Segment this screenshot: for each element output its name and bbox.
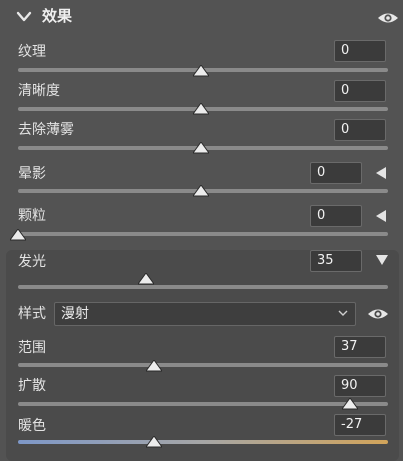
- range-slider-thumb[interactable]: [146, 360, 162, 372]
- clarity-value-input[interactable]: 0: [334, 80, 386, 102]
- style-label: 样式: [18, 306, 46, 322]
- range-value-input[interactable]: 37: [334, 336, 386, 358]
- diffusion-slider-track[interactable]: [18, 402, 388, 406]
- grain-value-input[interactable]: 0: [310, 205, 362, 227]
- clarity-slider-thumb[interactable]: [193, 103, 209, 115]
- glow-slider-track[interactable]: [18, 285, 388, 289]
- vignette-slider-thumb[interactable]: [193, 185, 209, 197]
- style-select[interactable]: 漫射: [54, 302, 356, 326]
- warmth-slider-track[interactable]: [18, 440, 388, 444]
- warmth-label: 暖色: [18, 418, 46, 434]
- glow-label: 发光: [18, 254, 46, 270]
- texture-label: 纹理: [18, 44, 46, 60]
- eye-icon[interactable]: [377, 10, 399, 26]
- triangle-left-icon[interactable]: [376, 167, 386, 179]
- eye-icon[interactable]: [367, 306, 389, 322]
- dehaze-slider-thumb[interactable]: [193, 142, 209, 154]
- chevron-down-icon: [338, 310, 348, 316]
- triangle-down-icon[interactable]: [376, 255, 388, 265]
- section-title: 效果: [42, 7, 73, 25]
- dehaze-value-input[interactable]: 0: [334, 119, 386, 141]
- diffusion-slider-thumb[interactable]: [342, 398, 358, 410]
- texture-slider-thumb[interactable]: [193, 65, 209, 77]
- clarity-label: 清晰度: [18, 83, 60, 99]
- triangle-left-icon[interactable]: [376, 210, 386, 222]
- grain-label: 颗粒: [18, 208, 46, 224]
- warmth-slider-thumb[interactable]: [146, 436, 162, 448]
- vignette-value-input[interactable]: 0: [310, 162, 362, 184]
- glow-value-input[interactable]: 35: [310, 250, 362, 272]
- grain-slider-thumb[interactable]: [10, 229, 26, 241]
- diffusion-value-input[interactable]: 90: [334, 375, 386, 397]
- diffusion-label: 扩散: [18, 378, 46, 394]
- style-selected-value: 漫射: [61, 306, 89, 322]
- grain-slider-track[interactable]: [18, 232, 388, 236]
- texture-value-input[interactable]: 0: [334, 40, 386, 62]
- range-label: 范围: [18, 340, 46, 356]
- dehaze-label: 去除薄雾: [18, 122, 74, 138]
- vignette-label: 晕影: [18, 166, 46, 182]
- warmth-value-input[interactable]: -27: [334, 414, 386, 436]
- glow-slider-thumb[interactable]: [138, 273, 154, 285]
- range-slider-track[interactable]: [18, 363, 388, 367]
- chevron-down-icon[interactable]: [14, 8, 34, 26]
